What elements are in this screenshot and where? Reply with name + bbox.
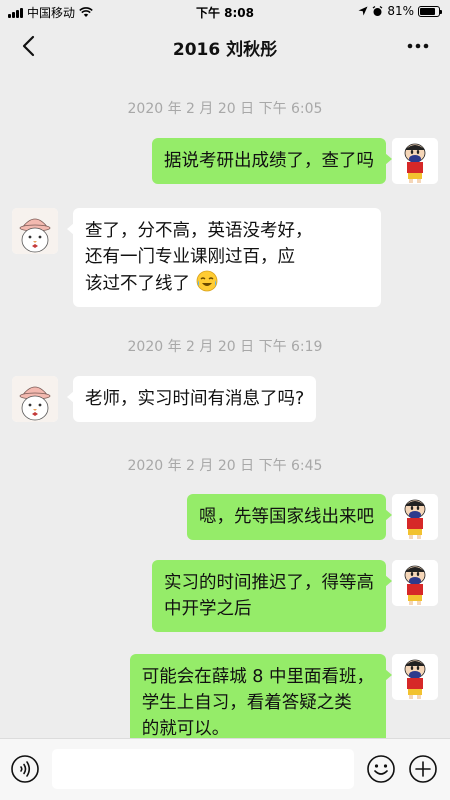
emoji-icon bbox=[367, 755, 395, 783]
message-bubble-outgoing[interactable]: 实习的时间推迟了，得等高 中开学之后 bbox=[152, 560, 392, 632]
penguin-avatar-icon bbox=[12, 208, 58, 254]
cartoon-boy-avatar-icon bbox=[392, 494, 438, 540]
cartoon-boy-avatar-icon bbox=[392, 654, 438, 700]
voice-icon bbox=[11, 755, 39, 783]
message-bubble-outgoing[interactable]: 嗯，先等国家线出来吧 bbox=[187, 494, 392, 540]
message-text-line: 的就可以。 bbox=[141, 719, 230, 738]
my-avatar[interactable] bbox=[392, 560, 438, 606]
message-text-line: 可能会在薛城 8 中里面看班， bbox=[141, 667, 374, 687]
contact-avatar[interactable] bbox=[12, 376, 58, 422]
alarm-clock-icon bbox=[372, 5, 383, 16]
nav-bar: 2016 刘秋彤 bbox=[0, 22, 450, 70]
contact-avatar[interactable] bbox=[12, 208, 58, 254]
my-avatar[interactable] bbox=[392, 654, 438, 700]
message-text: 老师，实习时间有消息了吗? bbox=[85, 389, 305, 409]
status-right: 81% bbox=[358, 4, 442, 18]
message-text-line: 还有一门专业课刚过百，应 bbox=[85, 247, 295, 267]
message-text: 该过不了线了 bbox=[85, 274, 190, 294]
emoji-button[interactable] bbox=[366, 754, 396, 784]
cartoon-boy-avatar-icon bbox=[392, 560, 438, 606]
plus-icon bbox=[409, 755, 437, 783]
message-text-line: 中开学之后 bbox=[164, 599, 252, 619]
timestamp: 2020 年 2 月 20 日 下午 6:05 bbox=[127, 101, 323, 117]
my-avatar[interactable] bbox=[392, 494, 438, 540]
battery-icon bbox=[418, 5, 442, 17]
message-text-line: 该过不了线了 bbox=[85, 270, 369, 297]
message-text: 据说考研出成绩了，查了吗 bbox=[164, 151, 374, 171]
message-text-line: 查了，分不高，英语没考好， bbox=[85, 221, 313, 241]
message-text: 嗯，先等国家线出来吧 bbox=[199, 507, 374, 527]
timestamp: 2020 年 2 月 20 日 下午 6:45 bbox=[127, 458, 323, 474]
message-bubble-outgoing[interactable]: 可能会在薛城 8 中里面看班， 学生上自习，看着答疑之类 的就可以。 bbox=[129, 654, 393, 738]
voice-button[interactable] bbox=[10, 754, 40, 784]
chat-area[interactable]: 2020 年 2 月 20 日 下午 6:05 据说考研出成绩了，查了吗 查了，… bbox=[0, 70, 450, 738]
message-text-line: 学生上自习，看着答疑之类 bbox=[141, 693, 352, 713]
crying-laughing-emoji-icon bbox=[196, 270, 217, 292]
battery-level bbox=[420, 7, 435, 15]
more-functions-button[interactable] bbox=[408, 754, 438, 784]
more-button[interactable] bbox=[404, 32, 432, 60]
cartoon-boy-avatar-icon bbox=[392, 138, 438, 184]
status-bar: 中国移动 下午 8:08 81% bbox=[0, 0, 450, 22]
message-bubble-outgoing[interactable]: 据说考研出成绩了，查了吗 bbox=[152, 138, 392, 184]
message-input[interactable] bbox=[52, 749, 354, 789]
penguin-avatar-icon bbox=[12, 376, 58, 422]
my-avatar[interactable] bbox=[392, 138, 438, 184]
timestamp: 2020 年 2 月 20 日 下午 6:19 bbox=[127, 339, 323, 355]
input-bar bbox=[0, 738, 450, 800]
chat-title: 2016 刘秋彤 bbox=[172, 40, 278, 60]
message-text-line: 实习的时间推迟了，得等高 bbox=[164, 573, 374, 593]
message-bubble-incoming[interactable]: 老师，实习时间有消息了吗? bbox=[66, 376, 317, 422]
more-dots-icon bbox=[407, 43, 429, 49]
message-bubble-incoming[interactable]: 查了，分不高，英语没考好， 还有一门专业课刚过百，应 该过不了线了 bbox=[67, 208, 381, 307]
battery-percent: 81% bbox=[387, 4, 414, 18]
location-arrow-icon bbox=[358, 6, 368, 16]
